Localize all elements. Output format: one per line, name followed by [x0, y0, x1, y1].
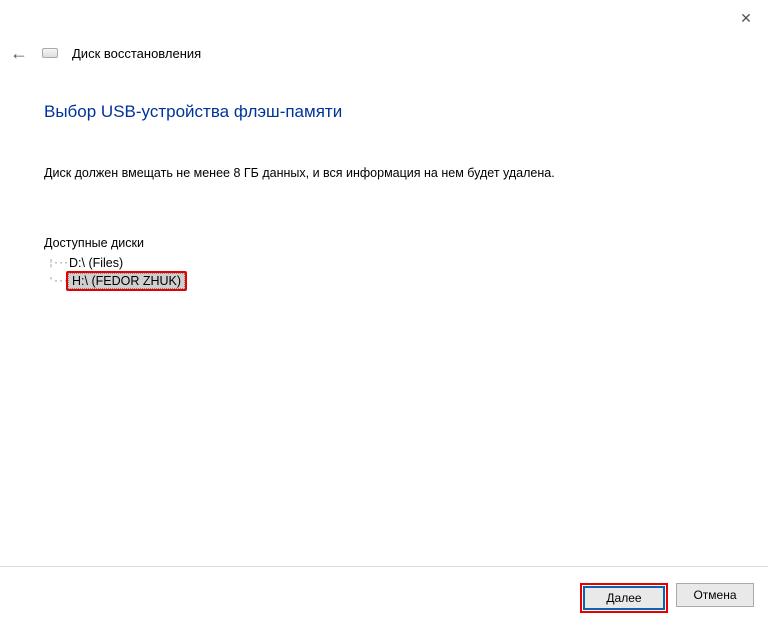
highlight-box: Далее	[580, 583, 668, 613]
close-icon[interactable]: ✕	[736, 8, 756, 28]
drives-tree: ¦··· D:\ (Files) '··· H:\ (FEDOR ZHUK)	[44, 254, 724, 290]
back-arrow-icon[interactable]: ←	[10, 44, 28, 62]
tree-branch-icon: '···	[48, 276, 66, 287]
next-button[interactable]: Далее	[583, 586, 665, 610]
drive-item-label: D:\ (Files)	[66, 256, 126, 270]
tree-branch-icon: ¦···	[48, 258, 66, 269]
wizard-title: Диск восстановления	[72, 46, 201, 61]
main-content: Выбор USB-устройства флэш-памяти Диск до…	[44, 102, 724, 290]
drive-item[interactable]: ¦··· D:\ (Files)	[44, 254, 724, 272]
page-heading: Выбор USB-устройства флэш-памяти	[44, 102, 724, 122]
drives-label: Доступные диски	[44, 236, 724, 250]
drive-item-label: H:\ (FEDOR ZHUK)	[68, 273, 185, 289]
instruction-text: Диск должен вмещать не менее 8 ГБ данных…	[44, 166, 724, 180]
drive-icon	[42, 48, 58, 58]
wizard-footer: Далее Отмена	[0, 566, 768, 613]
highlight-box: H:\ (FEDOR ZHUK)	[66, 271, 187, 291]
wizard-header: ← Диск восстановления	[10, 44, 201, 62]
cancel-button[interactable]: Отмена	[676, 583, 754, 607]
drive-item[interactable]: '··· H:\ (FEDOR ZHUK)	[44, 272, 724, 290]
